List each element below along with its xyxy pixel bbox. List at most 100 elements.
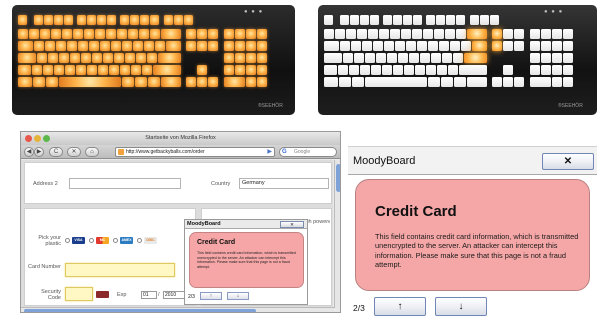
page-indicator: 2/3 xyxy=(353,303,365,313)
keyboard-key xyxy=(434,29,444,39)
keyboard-key xyxy=(340,41,350,51)
keyboard-key xyxy=(552,41,562,51)
keyboard-key xyxy=(257,41,267,51)
keyboard-key xyxy=(390,29,400,39)
keyboard-key xyxy=(107,15,116,25)
keyboard-key xyxy=(184,15,193,25)
keyboard-key xyxy=(503,29,513,39)
keyboard-key xyxy=(106,29,116,39)
stop-button[interactable]: ✕ xyxy=(67,147,81,157)
keyboard-key xyxy=(174,15,183,25)
keyboard-key xyxy=(125,53,135,63)
card-number-input[interactable] xyxy=(65,263,175,277)
keyboard-key xyxy=(142,65,152,75)
home-button[interactable]: ⌂ xyxy=(85,147,99,157)
keyboard-key xyxy=(128,29,138,39)
keyboard-key xyxy=(428,77,440,87)
keyboard-key xyxy=(59,53,69,63)
keyboard-key xyxy=(453,53,463,63)
keyboard-key xyxy=(541,65,551,75)
keyboard-key xyxy=(73,29,83,39)
moodyboard-title: MoodyBoard xyxy=(353,155,416,167)
close-button[interactable]: ✕ xyxy=(542,153,594,170)
vertical-scrollbar[interactable] xyxy=(334,160,340,308)
go-arrow-icon[interactable]: ▶ xyxy=(267,148,272,156)
search-bar[interactable]: G Google xyxy=(279,147,337,157)
keyboard-key xyxy=(492,41,502,51)
keyboard-key xyxy=(235,29,245,39)
exp-year-select[interactable]: 2010 xyxy=(163,291,185,299)
keyboard-key xyxy=(40,29,50,39)
keyboard-key xyxy=(552,65,562,75)
keyboard-key xyxy=(92,53,102,63)
keyboard-key xyxy=(490,15,499,25)
mastercard-logo-icon: MC xyxy=(96,237,109,244)
horizontal-scroll-thumb[interactable] xyxy=(24,309,256,312)
exp-month-select[interactable]: 01 xyxy=(141,291,157,299)
url-bar[interactable]: http://www.getbackyballs.com/order ▶ xyxy=(115,147,275,157)
google-icon: G xyxy=(282,149,287,155)
keyboard-key xyxy=(109,65,119,75)
mini-up-button[interactable]: ↑ xyxy=(200,292,222,300)
country-select[interactable]: Germany xyxy=(239,178,329,189)
keyboard-key xyxy=(150,29,160,39)
address2-input[interactable] xyxy=(69,178,181,189)
keyboard-key xyxy=(541,53,551,63)
keyboard-key xyxy=(62,29,72,39)
keyboard-key xyxy=(395,41,405,51)
forward-button[interactable]: ▶ xyxy=(34,147,44,157)
window-title: Startseite von Mozilla Firefox xyxy=(145,135,216,141)
horizontal-scrollbar[interactable] xyxy=(21,307,334,312)
keyboard-key xyxy=(67,41,77,51)
mini-down-button[interactable]: ↓ xyxy=(227,292,249,300)
keyboard-key xyxy=(208,41,218,51)
previous-alert-button[interactable]: ↑ xyxy=(374,297,426,316)
card-radio-visa[interactable] xyxy=(65,238,70,243)
keyboard-key xyxy=(120,65,130,75)
reload-button[interactable]: C xyxy=(49,147,63,157)
keyboard-key xyxy=(530,77,551,87)
keyboard-key xyxy=(89,41,99,51)
keyboard-key xyxy=(51,29,61,39)
cvv-card-icon xyxy=(96,291,109,298)
vertical-scroll-thumb[interactable] xyxy=(336,164,340,192)
keyboard-key xyxy=(235,65,245,75)
keyboard-key xyxy=(338,65,348,75)
keyboard-row xyxy=(318,41,597,51)
keyboard-key xyxy=(370,15,379,25)
next-alert-button[interactable]: ↓ xyxy=(435,297,487,316)
card-radio-amex[interactable] xyxy=(113,238,118,243)
keyboard-key xyxy=(208,29,218,39)
mini-moodyboard-title: MoodyBoard xyxy=(187,221,221,227)
keyboard-key xyxy=(368,29,378,39)
mini-close-button[interactable]: ✕ xyxy=(280,221,304,228)
keyboard-key xyxy=(445,29,455,39)
security-code-input[interactable] xyxy=(65,287,93,301)
keyboard-key xyxy=(530,29,540,39)
keyboard-key xyxy=(346,29,356,39)
moodyboard-header: MoodyBoard ✕ xyxy=(348,146,597,175)
keyboard-key xyxy=(84,29,94,39)
keyboard-key xyxy=(133,41,143,51)
payment-panel: Pick your plastic VISA MC AMEX DISC Card… xyxy=(24,208,196,306)
back-button[interactable]: ◀ xyxy=(24,147,34,157)
keyboard-key xyxy=(373,41,383,51)
keyboard-key xyxy=(18,41,33,51)
keyboard-key xyxy=(95,29,105,39)
keyboard-key xyxy=(503,41,513,51)
keyboard-key xyxy=(514,41,524,51)
amex-logo-icon: AMEX xyxy=(120,237,133,244)
card-radio-mastercard[interactable] xyxy=(89,238,94,243)
keyboard-key xyxy=(343,53,353,63)
keyboard-key xyxy=(117,29,127,39)
keyboard-key xyxy=(459,65,487,75)
keyboard-key xyxy=(186,29,196,39)
keyboard-key xyxy=(54,15,63,25)
keyboard-key xyxy=(324,77,338,87)
keyboard-key xyxy=(224,65,234,75)
keyboard-row xyxy=(318,77,597,87)
keyboard-key xyxy=(335,29,345,39)
keyboard-key xyxy=(135,77,147,87)
keyboard-key xyxy=(456,15,465,25)
card-radio-discover[interactable] xyxy=(137,238,142,243)
